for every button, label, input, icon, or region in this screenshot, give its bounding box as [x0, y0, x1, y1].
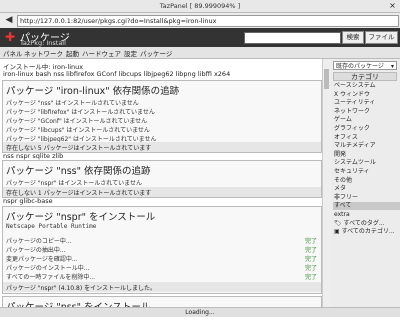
nss-deps-line: nss nspr sqlite zlib [3, 152, 64, 160]
sidebar-category-label: ゲーム [334, 116, 352, 124]
status-done: 完了 [304, 256, 317, 263]
deps-box-iron-linux: パッケージ "iron-linux" 依存関係の追跡 パッケージ "nss" は… [2, 80, 322, 153]
sidebar-category-item[interactable]: 非フリー [333, 194, 400, 202]
box-footer-text: パッケージ "nspr" (4.10.8) をインストールしました。 [6, 285, 156, 292]
sidebar-category-item[interactable]: 開発 [333, 151, 400, 159]
status-done: 完了 [304, 238, 317, 245]
sidebar-category-item[interactable]: すべて [333, 202, 400, 211]
sidebar-category-label: ベースシステム [334, 82, 376, 89]
browser-toolbar: ◀ http://127.0.0.1:82/user/pkgs.cgi?do=I… [0, 13, 400, 28]
sidebar-category-item[interactable]: extra [333, 211, 400, 219]
box-title: パッケージ "nss" 依存関係の追跡 [6, 166, 151, 177]
menu-hardware[interactable]: ハードウェア [82, 48, 121, 58]
box-title: パッケージ "nspr" をインストール [6, 212, 156, 223]
sidebar-category-item[interactable]: メタ [333, 185, 400, 193]
box-footer: 存在しない 1 パッケージはインストールされています [3, 187, 321, 197]
box-footer-text: 存在しない 1 パッケージはインストールされています [6, 190, 152, 197]
sidebar-category-label: X ウィンドウ [334, 90, 371, 98]
sidebar-category-label: すべてのカテゴリ... [341, 228, 395, 236]
status-done: 完了 [304, 247, 317, 254]
box-footer: 存在しない 5 パッケージはインストールされています [3, 142, 321, 152]
list-item: パッケージのインストール中... [6, 265, 90, 272]
sidebar-category-label: オフィス [334, 133, 358, 141]
back-arrow-icon[interactable]: ◀ [3, 15, 15, 26]
box-footer: パッケージ "nspr" (4.10.8) をインストールしました。 [3, 282, 321, 292]
package-filter-value: 既存のパッケージ [336, 63, 384, 70]
deps-box-nss: パッケージ "nss" 依存関係の追跡 パッケージ "nspr" はインストール… [2, 160, 322, 198]
search-input[interactable] [244, 32, 341, 44]
list-item: パッケージの抽出中... [6, 247, 66, 254]
sidebar-category-item[interactable]: グラフィック [333, 125, 400, 133]
sidebar-category-item[interactable]: X ウィンドウ [333, 91, 400, 99]
sidebar-category-item[interactable]: その他 [333, 177, 400, 185]
list-item: パッケージ "GConf" はインストールされていません [6, 118, 148, 125]
install-box-nspr: パッケージ "nspr" をインストール Netscape Portable R… [2, 206, 322, 294]
deps-line: iron-linux bash nss libfirefox GConf lib… [3, 70, 231, 78]
menu-packages[interactable]: パッケージ [140, 48, 172, 58]
install-box-nss: パッケージ "nss" をインストール [2, 296, 322, 307]
status-done: 完了 [304, 274, 317, 281]
main-content: インストール中: iron-linux iron-linux bash nss … [0, 59, 322, 307]
category-heading: カテゴリ [333, 72, 397, 81]
package-description: Netscape Portable Runtime [6, 223, 97, 230]
menu-settings[interactable]: 設定 [124, 48, 137, 58]
list-item: パッケージ "nss" はインストールされていません [6, 100, 139, 107]
sidebar-category-item[interactable]: ベースシステム [333, 82, 400, 90]
package-filter-select[interactable]: 既存のパッケージ ▾ [333, 61, 397, 70]
sidebar-category-label: メタ [334, 185, 347, 193]
list-item: すべての一時ファイルを削除中... [6, 274, 96, 281]
sidebar-category-label: 開発 [334, 150, 347, 158]
sidebar-category-label: マルチメディア [334, 142, 376, 150]
tag-icon: 🏷 [334, 219, 344, 227]
box-title: パッケージ "nss" をインストール [6, 299, 150, 307]
list-item: パッケージ "libcups" はインストールされていません [6, 127, 150, 134]
sidebar-category-item[interactable]: 🏷 すべてのタグ... [333, 220, 400, 228]
sidebar-category-label: ネットワーク [334, 107, 371, 115]
sidebar-category-item[interactable]: ネットワーク [333, 108, 400, 116]
list-item: パッケージ "nspr" はインストールされていません [6, 180, 142, 187]
sidebar-category-label: すべて [334, 202, 352, 210]
sidebar-category-label: セキュリティ [334, 168, 370, 175]
sidebar-category-label: システムツール [334, 159, 376, 167]
sidebar-category-item[interactable]: セキュリティ [333, 168, 400, 176]
list-item: パッケージ "libfirefox" はインストールされていません [6, 109, 155, 116]
sidebar-category-item[interactable]: ユーティリティ [333, 99, 400, 107]
app-header: ✚ パッケージ TazPkg: Install 検索 ファイル [0, 28, 400, 47]
sidebar-category-item[interactable]: システムツール [333, 159, 400, 167]
box-title: パッケージ "iron-linux" 依存関係の追跡 [6, 86, 180, 97]
tool-logo-icon: ✚ [4, 30, 16, 44]
scrollbar-thumb[interactable] [324, 69, 329, 89]
list-item: パッケージのコピー中... [6, 238, 72, 245]
sidebar-category-label: すべてのタグ... [343, 219, 385, 227]
search-button[interactable]: 検索 [342, 31, 364, 44]
status-done: 完了 [304, 265, 317, 272]
folder-icon: ▣ [334, 228, 342, 236]
sidebar-category-item[interactable]: オフィス [333, 134, 400, 142]
sidebar-category-label: グラフィック [334, 125, 370, 132]
list-item: 変更パッケージを確認中... [6, 256, 78, 263]
box-footer-text: 存在しない 5 パッケージはインストールされています [6, 145, 152, 152]
status-text: Loading... [185, 309, 215, 316]
main-scrollbar[interactable] [322, 59, 331, 307]
close-icon[interactable]: × [388, 1, 397, 10]
sidebar-category-label: ユーティリティ [334, 99, 376, 107]
page-subtitle: TazPkg: Install [20, 39, 66, 47]
menu-panel[interactable]: パネル [3, 48, 23, 58]
url-input[interactable]: http://127.0.0.1:82/user/pkgs.cgi?do=Ins… [17, 15, 399, 27]
window-title: TazPanel [ 89.999094% ] [159, 2, 241, 10]
sidebar-category-label: その他 [334, 176, 353, 184]
category-sidebar: 既存のパッケージ ▾ カテゴリ ベースシステム X ウィンドウ ユーティリティ ネット… [331, 59, 400, 307]
files-button[interactable]: ファイル [365, 31, 398, 44]
chevron-down-icon: ▾ [390, 63, 394, 70]
menu-network[interactable]: ネットワーク [24, 48, 63, 58]
menu-bar: パネル ネットワーク 起動 ハードウェア 設定 パッケージ [0, 47, 400, 59]
sidebar-category-item[interactable]: ▣ すべてのカテゴリ... [333, 228, 400, 236]
menu-boot[interactable]: 起動 [66, 48, 79, 58]
sidebar-category-label: 非フリー [334, 193, 359, 201]
sidebar-category-item[interactable]: マルチメディア [333, 142, 400, 150]
sidebar-category-item[interactable]: ゲーム [333, 116, 400, 124]
sidebar-category-label: extra [334, 211, 350, 218]
window-titlebar: TazPanel [ 89.999094% ] × [0, 0, 400, 13]
nspr-deps-line: nspr glibc-base [3, 197, 53, 205]
